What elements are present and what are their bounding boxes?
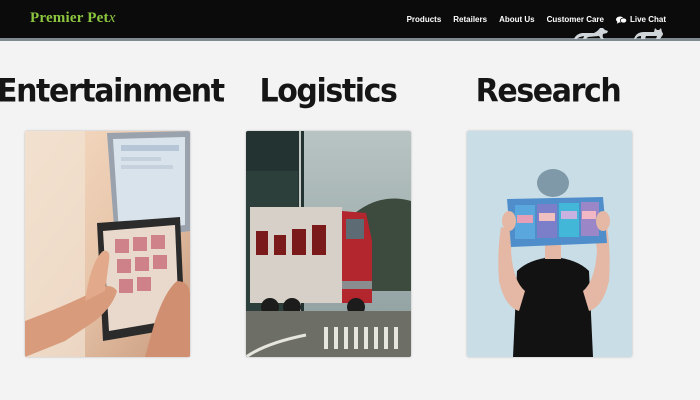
section-title-entertainment: Entertainment: [0, 72, 225, 111]
nav-item-retailers[interactable]: Retailers: [453, 15, 487, 24]
brand-logo[interactable]: Premier Petx: [30, 10, 116, 27]
section-title-research: Research: [475, 72, 622, 111]
section-title-logistics: Logistics: [259, 72, 397, 111]
truck-at-loading-dock-photo: [246, 131, 411, 357]
nav-item-about-us[interactable]: About Us: [499, 15, 535, 24]
hands-using-tablet-photo: [25, 131, 190, 357]
entertainment-card[interactable]: [25, 131, 190, 357]
brand-name: Premier Pet: [30, 10, 109, 26]
person-holding-samples-photo: [467, 131, 632, 357]
top-navigation-bar: Premier Petx Products Retailers About Us…: [0, 0, 700, 41]
nav-item-products[interactable]: Products: [407, 15, 442, 24]
research-card[interactable]: [467, 131, 632, 357]
logistics-card[interactable]: [246, 131, 411, 357]
brand-swirl: x: [108, 10, 116, 26]
pet-silhouettes-icon: [574, 28, 663, 39]
